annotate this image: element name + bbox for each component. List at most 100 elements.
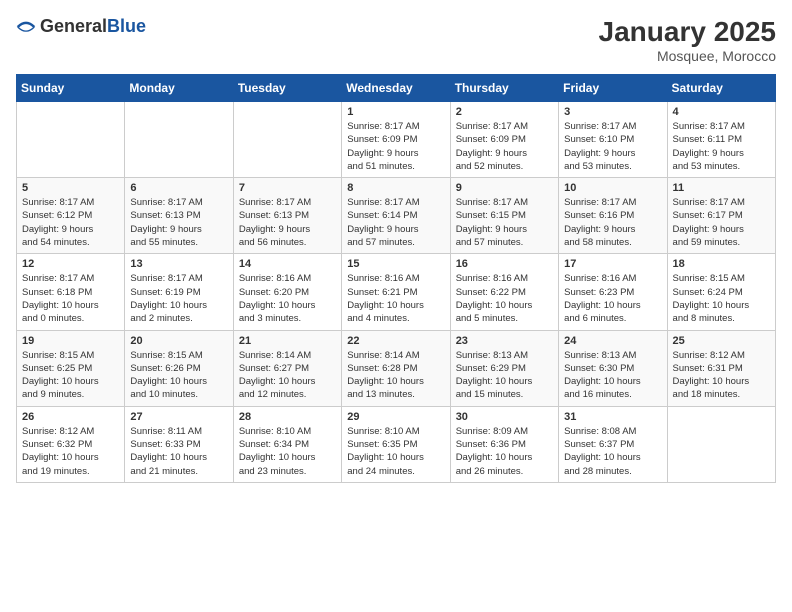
calendar-day-cell: 28 Sunrise: 8:10 AM Sunset: 6:34 PM Dayli… [233, 406, 341, 482]
day-number: 3 [564, 106, 661, 118]
day-info: Sunrise: 8:15 AM Sunset: 6:26 PM Dayligh… [130, 349, 227, 402]
calendar-day-cell: 20 Sunrise: 8:15 AM Sunset: 6:26 PM Dayli… [125, 330, 233, 406]
day-number: 22 [347, 335, 444, 347]
day-number: 12 [22, 258, 119, 270]
weekday-header: Sunday [17, 75, 125, 102]
day-info: Sunrise: 8:12 AM Sunset: 6:31 PM Dayligh… [673, 349, 770, 402]
calendar-day-cell: 15 Sunrise: 8:16 AM Sunset: 6:21 PM Dayli… [342, 254, 450, 330]
day-number: 6 [130, 182, 227, 194]
day-info: Sunrise: 8:17 AM Sunset: 6:18 PM Dayligh… [22, 272, 119, 325]
page-header: GeneralBlue January 2025 Mosquee, Morocc… [16, 16, 776, 64]
day-info: Sunrise: 8:13 AM Sunset: 6:29 PM Dayligh… [456, 349, 553, 402]
day-number: 4 [673, 106, 770, 118]
day-number: 5 [22, 182, 119, 194]
day-number: 15 [347, 258, 444, 270]
weekday-header: Friday [559, 75, 667, 102]
month-year: January 2025 [599, 16, 776, 48]
day-number: 9 [456, 182, 553, 194]
day-info: Sunrise: 8:17 AM Sunset: 6:09 PM Dayligh… [347, 120, 444, 173]
calendar-day-cell: 10Sunrise: 8:17 AM Sunset: 6:16 PM Dayli… [559, 178, 667, 254]
calendar-day-cell: 8Sunrise: 8:17 AM Sunset: 6:14 PM Daylig… [342, 178, 450, 254]
day-info: Sunrise: 8:14 AM Sunset: 6:27 PM Dayligh… [239, 349, 336, 402]
calendar-day-cell: 4 Sunrise: 8:17 AM Sunset: 6:11 PM Daylig… [667, 102, 775, 178]
weekday-header: Saturday [667, 75, 775, 102]
day-number: 1 [347, 106, 444, 118]
weekday-header: Tuesday [233, 75, 341, 102]
calendar-week-row: 12 Sunrise: 8:17 AM Sunset: 6:18 PM Dayli… [17, 254, 776, 330]
day-info: Sunrise: 8:08 AM Sunset: 6:37 PM Dayligh… [564, 425, 661, 478]
day-info: Sunrise: 8:16 AM Sunset: 6:20 PM Dayligh… [239, 272, 336, 325]
logo: GeneralBlue [16, 16, 146, 37]
weekday-header: Wednesday [342, 75, 450, 102]
calendar-day-cell: 13Sunrise: 8:17 AM Sunset: 6:19 PM Dayli… [125, 254, 233, 330]
day-info: Sunrise: 8:16 AM Sunset: 6:21 PM Dayligh… [347, 272, 444, 325]
day-number: 29 [347, 411, 444, 423]
day-number: 11 [673, 182, 770, 194]
calendar-week-row: 19 Sunrise: 8:15 AM Sunset: 6:25 PM Dayli… [17, 330, 776, 406]
day-number: 21 [239, 335, 336, 347]
day-info: Sunrise: 8:12 AM Sunset: 6:32 PM Dayligh… [22, 425, 119, 478]
day-number: 28 [239, 411, 336, 423]
calendar-day-cell: 1 Sunrise: 8:17 AM Sunset: 6:09 PM Daylig… [342, 102, 450, 178]
day-number: 26 [22, 411, 119, 423]
day-info: Sunrise: 8:17 AM Sunset: 6:12 PM Dayligh… [22, 196, 119, 249]
day-number: 31 [564, 411, 661, 423]
calendar-day-cell: 25Sunrise: 8:12 AM Sunset: 6:31 PM Dayli… [667, 330, 775, 406]
day-info: Sunrise: 8:17 AM Sunset: 6:09 PM Dayligh… [456, 120, 553, 173]
calendar-day-cell: 16 Sunrise: 8:16 AM Sunset: 6:22 PM Dayli… [450, 254, 558, 330]
day-info: Sunrise: 8:15 AM Sunset: 6:24 PM Dayligh… [673, 272, 770, 325]
calendar-day-cell: 30 Sunrise: 8:09 AM Sunset: 6:36 PM Dayli… [450, 406, 558, 482]
calendar-day-cell: 9Sunrise: 8:17 AM Sunset: 6:15 PM Daylig… [450, 178, 558, 254]
location: Mosquee, Morocco [599, 48, 776, 64]
day-info: Sunrise: 8:17 AM Sunset: 6:11 PM Dayligh… [673, 120, 770, 173]
day-info: Sunrise: 8:10 AM Sunset: 6:35 PM Dayligh… [347, 425, 444, 478]
day-number: 17 [564, 258, 661, 270]
day-number: 19 [22, 335, 119, 347]
calendar-day-cell [17, 102, 125, 178]
day-info: Sunrise: 8:14 AM Sunset: 6:28 PM Dayligh… [347, 349, 444, 402]
calendar-day-cell: 27 Sunrise: 8:11 AM Sunset: 6:33 PM Dayli… [125, 406, 233, 482]
day-info: Sunrise: 8:09 AM Sunset: 6:36 PM Dayligh… [456, 425, 553, 478]
day-number: 2 [456, 106, 553, 118]
calendar-day-cell: 2 Sunrise: 8:17 AM Sunset: 6:09 PM Daylig… [450, 102, 558, 178]
weekday-header-row: SundayMondayTuesdayWednesdayThursdayFrid… [17, 75, 776, 102]
day-number: 18 [673, 258, 770, 270]
calendar-day-cell [125, 102, 233, 178]
calendar-day-cell: 23 Sunrise: 8:13 AM Sunset: 6:29 PM Dayli… [450, 330, 558, 406]
day-info: Sunrise: 8:17 AM Sunset: 6:17 PM Dayligh… [673, 196, 770, 249]
weekday-header: Monday [125, 75, 233, 102]
calendar-table: SundayMondayTuesdayWednesdayThursdayFrid… [16, 74, 776, 483]
calendar-week-row: 1 Sunrise: 8:17 AM Sunset: 6:09 PM Daylig… [17, 102, 776, 178]
day-info: Sunrise: 8:16 AM Sunset: 6:23 PM Dayligh… [564, 272, 661, 325]
day-info: Sunrise: 8:16 AM Sunset: 6:22 PM Dayligh… [456, 272, 553, 325]
calendar-day-cell [667, 406, 775, 482]
day-number: 30 [456, 411, 553, 423]
day-number: 7 [239, 182, 336, 194]
day-number: 14 [239, 258, 336, 270]
day-info: Sunrise: 8:10 AM Sunset: 6:34 PM Dayligh… [239, 425, 336, 478]
day-number: 10 [564, 182, 661, 194]
day-info: Sunrise: 8:17 AM Sunset: 6:14 PM Dayligh… [347, 196, 444, 249]
calendar-day-cell: 29 Sunrise: 8:10 AM Sunset: 6:35 PM Dayli… [342, 406, 450, 482]
calendar-day-cell: 7 Sunrise: 8:17 AM Sunset: 6:13 PM Daylig… [233, 178, 341, 254]
calendar-day-cell: 17 Sunrise: 8:16 AM Sunset: 6:23 PM Dayli… [559, 254, 667, 330]
calendar-day-cell: 6Sunrise: 8:17 AM Sunset: 6:13 PM Daylig… [125, 178, 233, 254]
day-number: 23 [456, 335, 553, 347]
calendar-day-cell: 12 Sunrise: 8:17 AM Sunset: 6:18 PM Dayli… [17, 254, 125, 330]
calendar-day-cell: 22 Sunrise: 8:14 AM Sunset: 6:28 PM Dayli… [342, 330, 450, 406]
day-info: Sunrise: 8:11 AM Sunset: 6:33 PM Dayligh… [130, 425, 227, 478]
logo-icon [16, 17, 36, 37]
day-info: Sunrise: 8:17 AM Sunset: 6:13 PM Dayligh… [239, 196, 336, 249]
title-block: January 2025 Mosquee, Morocco [599, 16, 776, 64]
day-info: Sunrise: 8:15 AM Sunset: 6:25 PM Dayligh… [22, 349, 119, 402]
calendar-day-cell: 14 Sunrise: 8:16 AM Sunset: 6:20 PM Dayli… [233, 254, 341, 330]
day-number: 27 [130, 411, 227, 423]
day-number: 20 [130, 335, 227, 347]
logo-general: GeneralBlue [40, 16, 146, 37]
day-number: 13 [130, 258, 227, 270]
day-info: Sunrise: 8:13 AM Sunset: 6:30 PM Dayligh… [564, 349, 661, 402]
calendar-day-cell: 5 Sunrise: 8:17 AM Sunset: 6:12 PM Daylig… [17, 178, 125, 254]
day-number: 16 [456, 258, 553, 270]
calendar-day-cell: 26 Sunrise: 8:12 AM Sunset: 6:32 PM Dayli… [17, 406, 125, 482]
weekday-header: Thursday [450, 75, 558, 102]
